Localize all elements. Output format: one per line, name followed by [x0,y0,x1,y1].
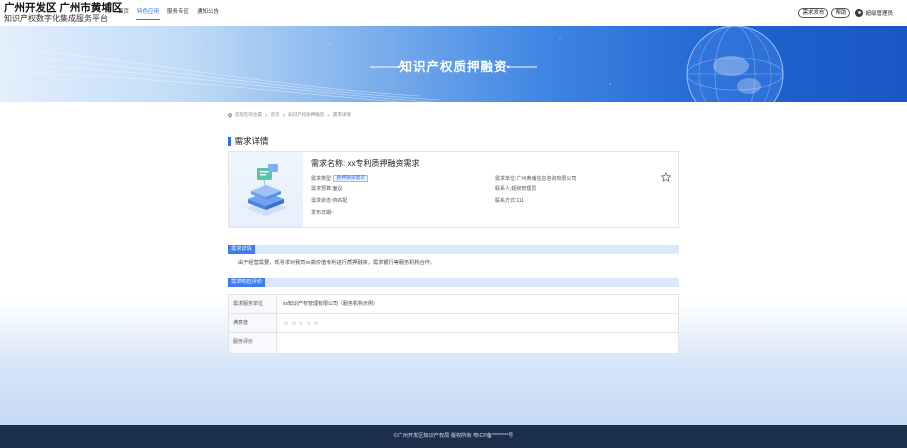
demand-org-field: 需求单位: 广州黄埔信息咨询有限公司 [495,175,576,182]
user-name: 超级管理员 [865,11,893,17]
demand-budget: 面议 [332,186,343,192]
demand-contact-field: 联系人: 超级管理员 [495,185,536,192]
favorite-star-icon[interactable] [661,172,671,182]
nav-service-zone[interactable]: 服务专区 [163,8,193,20]
table-row: 服务评价 [229,333,678,353]
demand-contact-label: 联系人: [495,186,512,192]
breadcrumb-separator: > [282,112,286,118]
service-review-label: 服务评价 [229,333,277,353]
demand-phone-label: 联系方式: [495,198,517,204]
demand-phone-field: 联系方式: 111 [495,197,524,205]
demand-status-label: 需求状态: [311,198,333,204]
breadcrumb-separator: > [327,112,330,118]
demand-date-field: 发布日期: - [311,209,335,217]
nav-notices[interactable]: 通知公告 [193,8,223,20]
rating-star-icon[interactable] [298,320,304,326]
demand-type-field: 需求类型: 质押融资需求 [311,175,369,182]
demand-date: - [332,209,335,216]
table-row: 需求服务单位 xx知识产权管理有限公司（服务机构示例） [229,295,678,314]
demand-status-field: 需求状态: 待匹配 [311,197,347,204]
details-strip: 需求详情 [228,245,679,254]
demand-budget-field: 需求预算: 面议 [311,185,342,192]
breadcrumb-home[interactable]: 首页 [271,112,280,118]
table-row: 满意度 [229,314,678,333]
nav-home[interactable]: 首页 [114,8,133,20]
satisfaction-label: 满意度 [229,314,277,332]
service-org-value: xx知识产权管理有限公司（服务机构示例） [283,301,379,307]
demand-title: 需求名称: xx专利质押融资需求 [311,158,419,169]
user-menu[interactable]: 超级管理员 [855,9,893,17]
brand[interactable]: 广州开发区 广州市黄埔区 知识产权数字化集成服务平台 [4,2,122,24]
banner-title: 知识产权质押融资 [399,60,508,74]
breadcrumb-ip-pledge[interactable]: 知识产权质押融资 [288,112,324,118]
demand-type-label: 需求类型: [311,176,333,182]
banner: 知识产权质押融资 [0,26,907,102]
publish-demand-button[interactable]: 需求发布 [798,8,829,18]
brand-subtitle: 知识产权数字化集成服务平台 [4,14,108,23]
rating-star-icon[interactable] [305,320,312,326]
breadcrumb-lead: 您现在的位置 [235,112,262,117]
isometric-stack-icon [245,164,287,216]
demand-org: 广州黄埔信息咨询有限公司 [516,176,577,182]
demand-status: 待匹配 [332,198,348,204]
evaluation-label: 需求响应评价 [228,278,266,287]
demand-phone: 111 [516,197,524,204]
demand-type-tag: 质押融资需求 [333,175,369,182]
demand-budget-label: 需求预算: [311,186,333,192]
details-label: 需求详情 [228,245,255,254]
help-button[interactable]: 帮助 [831,8,851,18]
brand-title: 广州开发区 广州市黄埔区 [4,2,123,14]
section-header: 需求详情 [228,135,269,147]
demand-name: xx专利质押融资需求 [347,159,420,168]
rating-star-icon[interactable] [290,320,297,326]
demand-card: 需求名称: xx专利质押融资需求 需求类型: 质押融资需求 需求预算: 面议 需… [228,151,679,228]
top-header: 广州开发区 广州市黄埔区 知识产权数字化集成服务平台 首页 特色应用 服务专区 … [0,0,907,26]
section-accent-bar [228,136,231,146]
rating-star-icon[interactable] [313,320,319,326]
section-title: 需求详情 [234,136,269,146]
location-pin-icon [228,112,232,118]
demand-illustration [229,152,303,227]
demand-org-label: 需求单位: [495,176,517,182]
service-org-label: 需求服务单位 [229,295,277,313]
avatar-icon [855,9,864,17]
rating-star-icon[interactable] [283,320,289,326]
breadcrumb-current: 需求详情 [332,112,351,117]
evaluation-strip: 需求响应评价 [228,278,679,287]
main-nav: 首页 特色应用 服务专区 通知公告 [114,8,223,20]
breadcrumb: 您现在的位置 > 首页 > 知识产权质押融资 > 需求详情 [228,112,351,118]
demand-contact: 超级管理员 [511,186,537,192]
service-review-value [277,333,678,353]
footer: ©广州开发区知识产权局 版权所有 粤ICP备********号 [0,425,907,448]
demand-date-label: 发布日期: [311,210,333,216]
breadcrumb-separator: > [265,112,268,118]
details-text: 由于经营需要，现寻求对我司xx高价值专利进行质押融资，需求银行等服务机构合作。 [238,260,436,266]
demand-name-label: 需求名称: [311,159,346,168]
header-actions: 需求发布 帮助 超级管理员 [798,8,893,18]
evaluation-table: 需求服务单位 xx知识产权管理有限公司（服务机构示例） 满意度 服务评价 [228,294,679,354]
nav-featured-apps[interactable]: 特色应用 [133,8,163,20]
satisfaction-rating[interactable] [277,314,678,332]
